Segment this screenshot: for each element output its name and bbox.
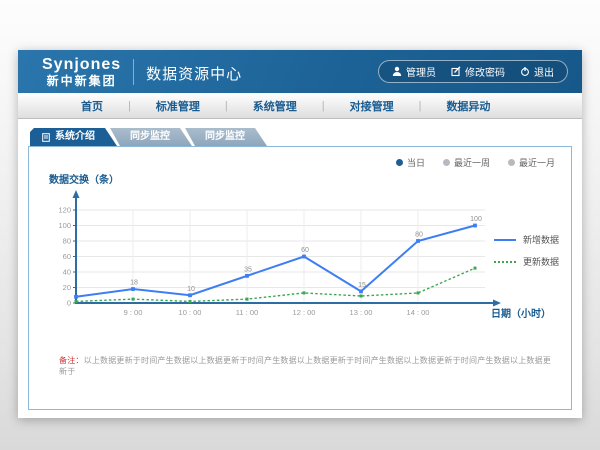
svg-text:120: 120 bbox=[58, 206, 71, 215]
user-menu-power[interactable]: 退出 bbox=[520, 64, 554, 79]
svg-text:60: 60 bbox=[301, 247, 309, 254]
footnote: 备注：以上数据更新于时间产生数据以上数据更新于时间产生数据以上数据更新于时间产生… bbox=[59, 355, 555, 377]
svg-text:10: 10 bbox=[187, 286, 195, 293]
edit-icon bbox=[451, 66, 461, 77]
logo-company-text: 新中新集团 bbox=[42, 75, 121, 87]
nav-item-4[interactable]: 数据异动 bbox=[421, 98, 515, 114]
radio-period-2[interactable]: 最近一月 bbox=[508, 156, 555, 169]
logo: Synjones 新中新集团 bbox=[42, 57, 121, 87]
svg-text:12 : 00: 12 : 00 bbox=[293, 308, 316, 317]
svg-text:80: 80 bbox=[63, 237, 71, 246]
main-nav: 首页|标准管理|系统管理|对接管理|数据异动 bbox=[18, 93, 582, 119]
tab-label: 系统介绍 bbox=[55, 128, 95, 146]
radio-unselected-icon bbox=[443, 159, 450, 166]
app-title: 数据资源中心 bbox=[146, 63, 242, 84]
content-panel: 当日 最近一周 最近一月 数据交换（条） 0 20 40 60 80 100 120 9 : 00… bbox=[28, 146, 572, 410]
legend-line-sample bbox=[494, 261, 516, 263]
radio-label: 最近一周 bbox=[454, 156, 490, 169]
svg-text:80: 80 bbox=[415, 232, 423, 239]
nav-item-0[interactable]: 首页 bbox=[56, 98, 128, 114]
radio-unselected-icon bbox=[508, 159, 515, 166]
svg-text:9 : 00: 9 : 00 bbox=[124, 308, 143, 317]
user-icon bbox=[392, 66, 402, 77]
legend-line-sample bbox=[494, 239, 516, 241]
nav-item-1[interactable]: 标准管理 bbox=[131, 98, 225, 114]
app-window: Synjones 新中新集团 数据资源中心 管理员 修改密码 退出 首页|标准管理|… bbox=[18, 50, 582, 418]
svg-text:60: 60 bbox=[63, 252, 71, 261]
period-filter-group: 当日 最近一周 最近一月 bbox=[396, 156, 555, 169]
nav-item-3[interactable]: 对接管理 bbox=[325, 98, 419, 114]
user-menu-label: 修改密码 bbox=[465, 64, 505, 79]
x-axis-title: 日期（小时） bbox=[491, 305, 551, 320]
svg-text:100: 100 bbox=[470, 216, 482, 223]
radio-period-1[interactable]: 最近一周 bbox=[443, 156, 490, 169]
svg-text:14 : 00: 14 : 00 bbox=[407, 308, 430, 317]
line-chart: 0 20 40 60 80 100 120 9 : 00 10 : 00 11 : 00 12 : … bbox=[37, 186, 507, 321]
svg-text:35: 35 bbox=[244, 266, 252, 273]
svg-text:40: 40 bbox=[63, 268, 71, 277]
tab-bar: 系统介绍同步监控同步监控 bbox=[30, 128, 572, 146]
radio-label: 最近一月 bbox=[519, 156, 555, 169]
user-menu-user[interactable]: 管理员 bbox=[392, 64, 436, 79]
app-header: Synjones 新中新集团 数据资源中心 管理员 修改密码 退出 bbox=[18, 50, 582, 93]
nav-item-2[interactable]: 系统管理 bbox=[228, 98, 322, 114]
svg-text:13 : 00: 13 : 00 bbox=[350, 308, 373, 317]
header-divider bbox=[133, 59, 134, 85]
tab-0-active[interactable]: 系统介绍 bbox=[30, 128, 117, 146]
svg-text:11 : 00: 11 : 00 bbox=[236, 308, 258, 317]
legend-label: 更新数据 bbox=[523, 255, 559, 268]
radio-selected-icon bbox=[396, 159, 403, 166]
chart-legend: 新增数据更新数据 bbox=[494, 233, 559, 277]
svg-text:100: 100 bbox=[58, 221, 71, 230]
legend-item-0: 新增数据 bbox=[494, 233, 559, 246]
radio-period-0[interactable]: 当日 bbox=[396, 156, 425, 169]
document-icon bbox=[42, 133, 50, 142]
svg-text:18: 18 bbox=[130, 280, 138, 287]
power-icon bbox=[520, 66, 530, 77]
content-area: 系统介绍同步监控同步监控 当日最近一周最近一月 数据交换（条） 02040608… bbox=[18, 119, 582, 410]
legend-item-1: 更新数据 bbox=[494, 255, 559, 268]
svg-text:0: 0 bbox=[67, 299, 71, 308]
radio-label: 当日 bbox=[407, 156, 425, 169]
user-menu: 管理员 修改密码 退出 bbox=[378, 60, 568, 83]
legend-label: 新增数据 bbox=[523, 233, 559, 246]
footnote-label: 备注： bbox=[59, 356, 84, 365]
tab-2[interactable]: 同步监控 bbox=[185, 128, 267, 146]
svg-text:15: 15 bbox=[358, 282, 366, 289]
y-axis-title: 数据交换（条） bbox=[49, 171, 119, 186]
tab-1[interactable]: 同步监控 bbox=[110, 128, 192, 146]
user-menu-label: 管理员 bbox=[406, 64, 436, 79]
user-menu-edit[interactable]: 修改密码 bbox=[451, 64, 505, 79]
logo-brand-text: Synjones bbox=[42, 57, 121, 73]
footnote-text: 以上数据更新于时间产生数据以上数据更新于时间产生数据以上数据更新于时间产生数据以… bbox=[59, 356, 551, 376]
user-menu-label: 退出 bbox=[534, 64, 554, 79]
svg-text:10 : 00: 10 : 00 bbox=[179, 308, 202, 317]
svg-text:20: 20 bbox=[63, 283, 71, 292]
